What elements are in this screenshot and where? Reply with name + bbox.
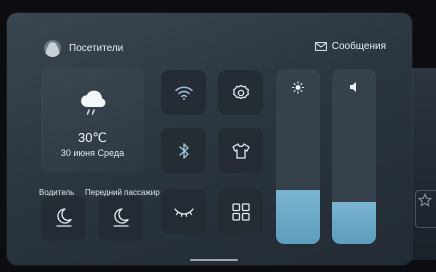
driver-seat-button[interactable] <box>41 196 86 241</box>
user-avatar-icon <box>44 40 61 57</box>
brightness-slider[interactable] <box>276 69 320 244</box>
star-icon <box>418 193 432 207</box>
moon-icon <box>56 208 72 227</box>
speaker-icon <box>350 82 356 92</box>
weather-widget[interactable]: 30℃ 30 июня Среда <box>41 68 144 173</box>
messages-label: Сообщения <box>331 41 386 52</box>
mail-icon <box>314 42 327 51</box>
bluetooth-icon <box>178 142 189 159</box>
eye-care-toggle[interactable] <box>161 189 206 234</box>
settings-button[interactable] <box>218 70 263 115</box>
shirt-icon <box>231 142 250 159</box>
theme-button[interactable] <box>218 128 263 173</box>
wifi-toggle[interactable] <box>161 70 206 115</box>
visitors-label: Посетители <box>69 43 124 54</box>
date-text: 30 июня Среда <box>60 148 125 158</box>
gear-icon <box>232 84 249 99</box>
control-center-panel: Посетители Сообщения 30℃ 30 июня Среда В… <box>7 13 412 265</box>
visitors-button[interactable]: Посетители <box>44 40 123 57</box>
messages-button[interactable]: Сообщения <box>314 41 386 52</box>
volume-slider[interactable] <box>332 69 376 244</box>
temperature-value: 30℃ <box>77 130 108 145</box>
brightness-level-fill <box>276 189 320 244</box>
grid-icon <box>231 202 250 221</box>
apps-button[interactable] <box>218 189 263 234</box>
moon-icon <box>113 208 129 227</box>
home-indicator[interactable] <box>190 259 238 261</box>
passenger-seat-button[interactable] <box>98 196 143 241</box>
cloud-rain-icon <box>81 90 106 115</box>
bluetooth-toggle[interactable] <box>161 128 206 173</box>
sun-icon <box>291 81 305 94</box>
volume-level-fill <box>332 202 376 244</box>
closed-eye-icon <box>173 207 194 217</box>
wifi-icon <box>174 86 193 100</box>
